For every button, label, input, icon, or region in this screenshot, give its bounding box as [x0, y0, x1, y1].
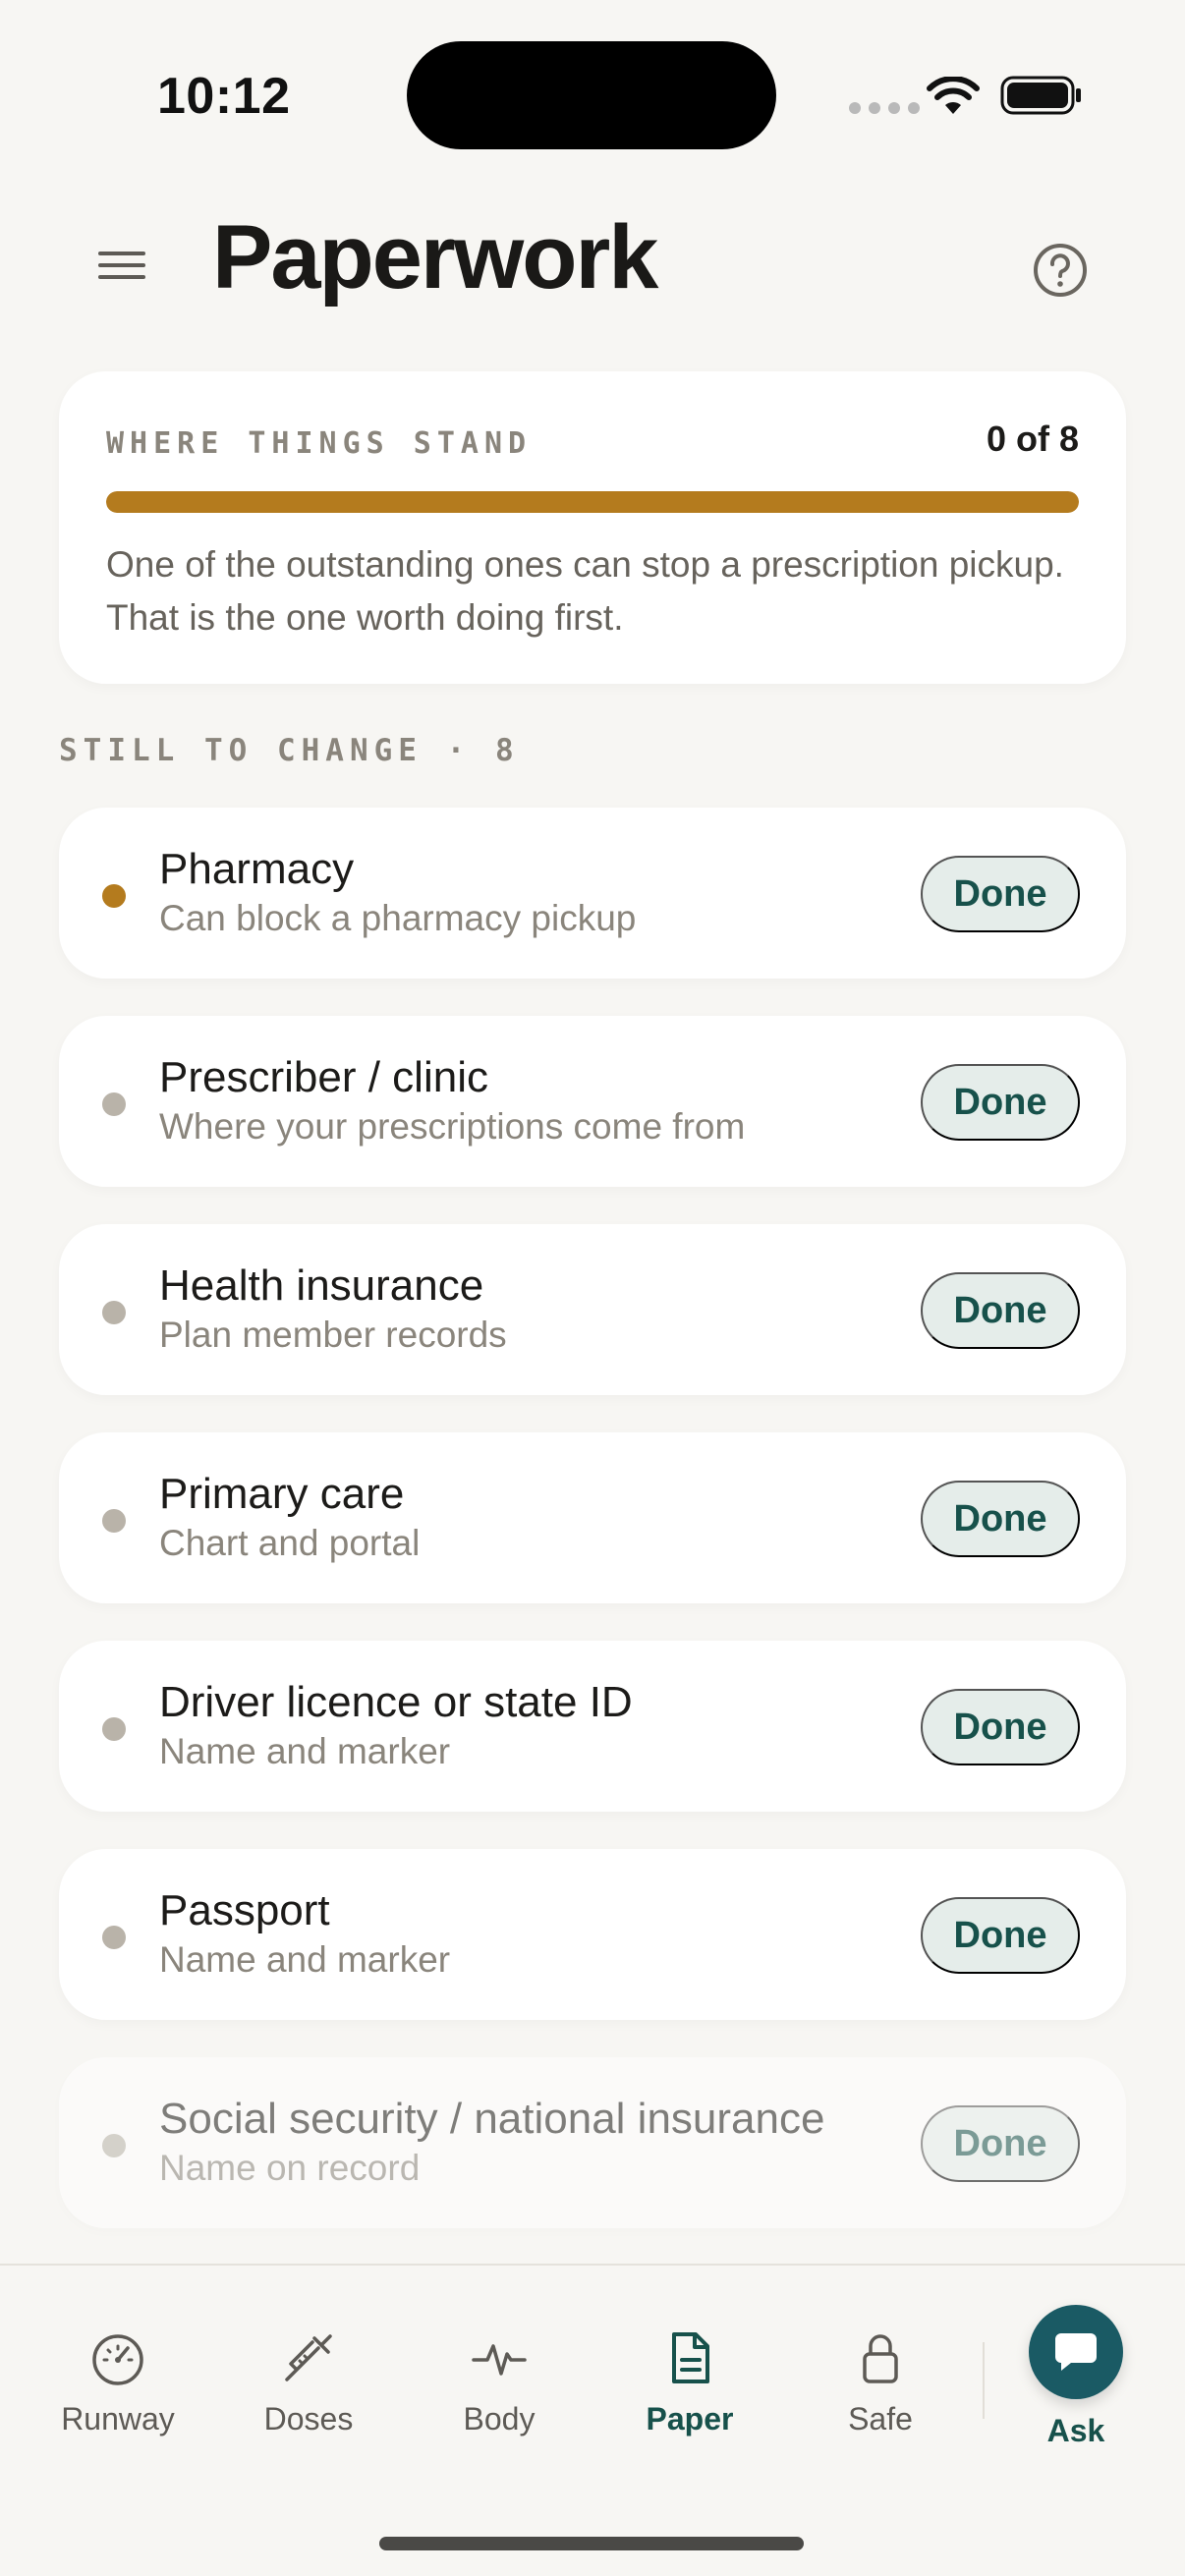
done-button[interactable]: Done	[921, 1064, 1080, 1141]
summary-card: WHERE THINGS STAND 0 of 8 One of the out…	[59, 371, 1126, 684]
progress-bar	[106, 491, 1079, 513]
task-item[interactable]: Primary care Chart and portal Done	[59, 1432, 1126, 1603]
task-subtitle: Name and marker	[159, 1939, 451, 1980]
gauge-icon	[92, 2334, 143, 2385]
ask-button[interactable]	[1029, 2305, 1123, 2399]
status-bar: 10:12	[0, 0, 1185, 187]
syringe-icon	[285, 2334, 332, 2381]
status-dot	[102, 1509, 126, 1533]
ask-label: Ask	[1046, 2413, 1105, 2448]
lock-icon	[863, 2334, 898, 2383]
task-item[interactable]: Health insurance Plan member records Done	[59, 1224, 1126, 1395]
status-dot	[102, 1717, 126, 1741]
nav-doses[interactable]: Doses	[220, 2326, 397, 2437]
hamburger-icon[interactable]	[94, 246, 155, 285]
dynamic-island	[407, 41, 776, 149]
status-dot	[102, 1926, 126, 1949]
battery-icon	[1000, 76, 1081, 115]
task-title: Primary care	[159, 1470, 405, 1518]
task-title: Health insurance	[159, 1261, 484, 1310]
progress-fill	[106, 491, 1079, 513]
nav-label: Doses	[263, 2401, 354, 2436]
task-title: Passport	[159, 1886, 330, 1934]
summary-text: One of the outstanding ones can stop a p…	[106, 544, 1064, 638]
pulse-icon	[472, 2344, 527, 2376]
cellular-signal-icon	[849, 102, 920, 114]
task-subtitle: Name and marker	[159, 1731, 451, 1771]
home-indicator	[379, 2537, 804, 2550]
task-subtitle: Chart and portal	[159, 1523, 421, 1563]
wifi-icon	[927, 77, 980, 114]
done-button[interactable]: Done	[921, 1689, 1080, 1765]
status-dot	[102, 2134, 126, 2157]
task-item[interactable]: Social security / national insurance Name…	[59, 2057, 1126, 2228]
nav-body[interactable]: Body	[411, 2326, 588, 2437]
nav-runway[interactable]: Runway	[29, 2326, 206, 2437]
section-label: STILL TO CHANGE · 8	[59, 733, 520, 768]
status-dot	[102, 1092, 126, 1116]
bottom-nav: Runway Doses Body Paper Safe Ask	[0, 2264, 1185, 2576]
done-button[interactable]: Done	[921, 2105, 1080, 2182]
nav-label: Paper	[646, 2401, 734, 2436]
nav-label: Runway	[61, 2401, 175, 2436]
status-dot	[102, 1301, 126, 1324]
summary-count: 0 of 8	[986, 419, 1079, 459]
chat-bubble-icon	[1055, 2333, 1097, 2371]
question-circle-icon[interactable]	[1032, 242, 1089, 299]
nav-ask[interactable]: Ask	[983, 2305, 1169, 2449]
task-item[interactable]: Pharmacy Can block a pharmacy pickup Done	[59, 808, 1126, 979]
document-icon	[672, 2332, 709, 2383]
task-title: Driver licence or state ID	[159, 1678, 633, 1726]
status-dot	[102, 884, 126, 908]
task-item[interactable]: Prescriber / clinic Where your prescripti…	[59, 1016, 1126, 1187]
task-subtitle: Name on record	[159, 2148, 421, 2188]
done-button[interactable]: Done	[921, 856, 1080, 932]
task-subtitle: Plan member records	[159, 1315, 507, 1355]
status-time: 10:12	[157, 68, 291, 125]
page-title: Paperwork	[212, 207, 658, 308]
task-subtitle: Where your prescriptions come from	[159, 1106, 746, 1147]
task-item[interactable]: Driver licence or state ID Name and marke…	[59, 1641, 1126, 1812]
nav-paper[interactable]: Paper	[601, 2326, 778, 2437]
nav-label: Body	[463, 2401, 536, 2436]
nav-label: Safe	[848, 2401, 913, 2436]
task-item[interactable]: Passport Name and marker Done	[59, 1849, 1126, 2020]
task-title: Prescriber / clinic	[159, 1053, 488, 1101]
task-title: Social security / national insurance	[159, 2095, 825, 2143]
summary-label: WHERE THINGS STAND	[106, 426, 533, 461]
done-button[interactable]: Done	[921, 1272, 1080, 1349]
task-title: Pharmacy	[159, 845, 355, 893]
task-subtitle: Can block a pharmacy pickup	[159, 898, 637, 938]
done-button[interactable]: Done	[921, 1481, 1080, 1557]
done-button[interactable]: Done	[921, 1897, 1080, 1974]
nav-safe[interactable]: Safe	[792, 2326, 969, 2437]
